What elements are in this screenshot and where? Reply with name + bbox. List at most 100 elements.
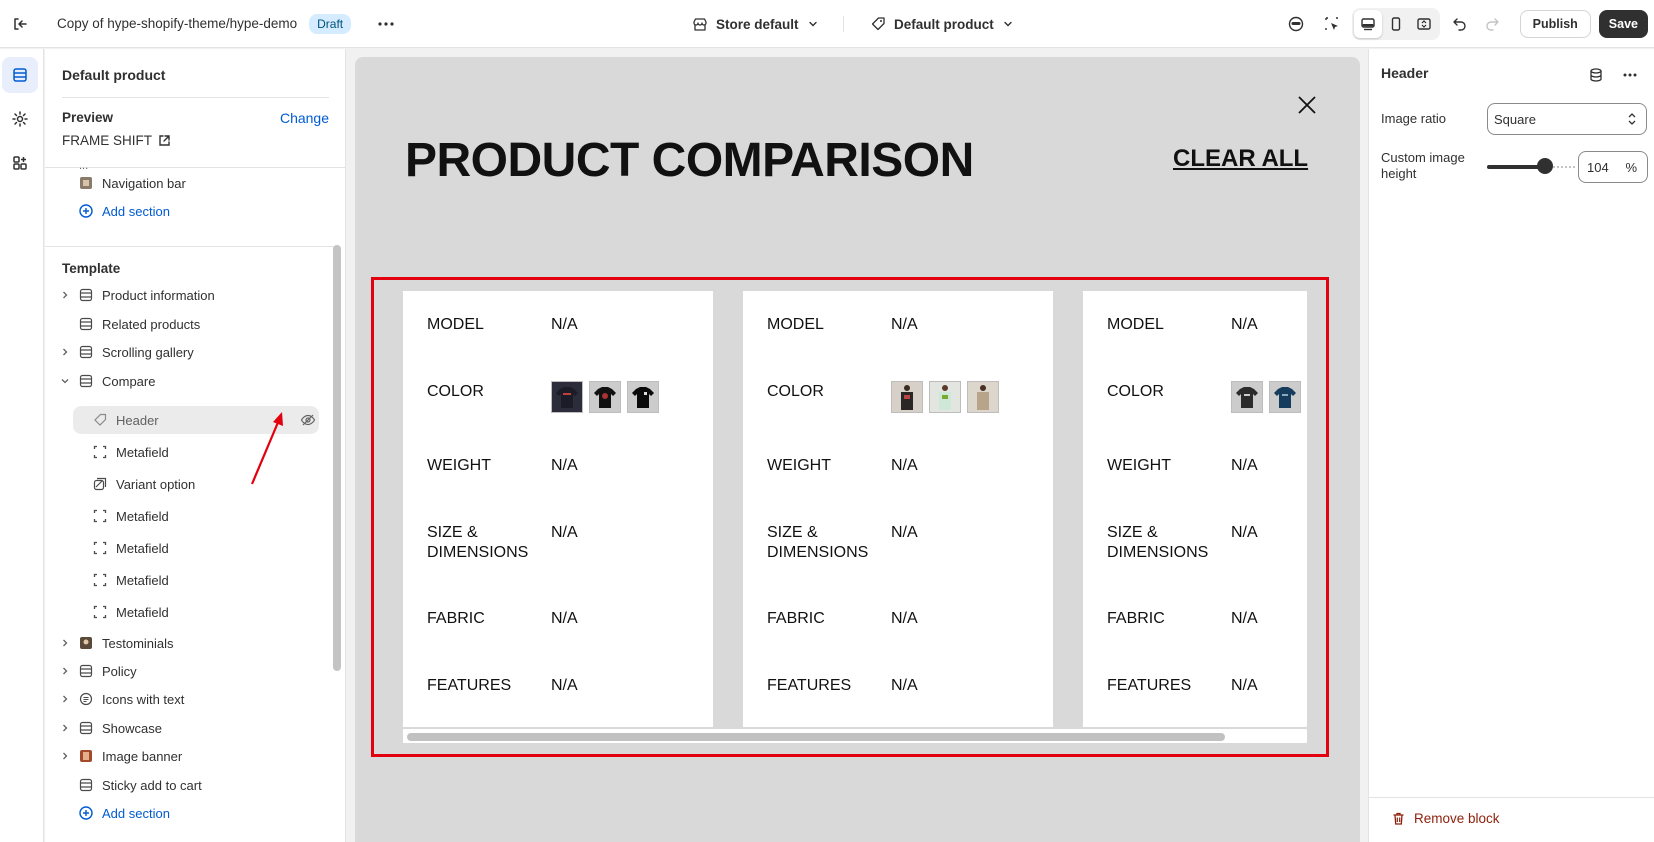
custom-height-input[interactable]: 104 %	[1578, 151, 1648, 183]
spec-value: N/A	[551, 610, 578, 627]
sidebar-item-compare[interactable]: Compare	[57, 367, 155, 395]
save-button[interactable]: Save	[1598, 10, 1648, 38]
preview-product[interactable]: FRAME SHIFT	[62, 133, 171, 148]
store-dropdown[interactable]: Store default	[692, 0, 819, 48]
add-section-button-header[interactable]: Add section	[78, 197, 170, 225]
spec-value: N/A	[1231, 610, 1258, 627]
spec-key: MODEL	[1107, 316, 1164, 333]
color-swatch[interactable]	[929, 381, 961, 413]
trash-icon	[1393, 812, 1404, 825]
divider	[62, 97, 329, 98]
sidebar-item-label: Scrolling gallery	[102, 344, 194, 360]
annotation-arrow-icon	[250, 412, 283, 485]
divider	[843, 16, 844, 32]
color-swatch[interactable]	[551, 381, 583, 413]
ai-assistant-button[interactable]	[1282, 10, 1310, 38]
rail-sections-button[interactable]	[2, 57, 38, 93]
block-item-variant-option[interactable]: Variant option	[92, 470, 195, 498]
close-icon[interactable]	[1295, 93, 1319, 117]
chevron-right-icon[interactable]	[57, 635, 73, 651]
chevron-right-icon[interactable]	[57, 720, 73, 736]
sidebar-scrollbar[interactable]	[333, 245, 341, 671]
block-item-metafield[interactable]: Metafield	[92, 502, 169, 530]
more-options-button[interactable]	[1616, 61, 1644, 89]
rail-settings-button[interactable]	[2, 101, 38, 137]
clear-all-link[interactable]: CLEAR ALL	[1173, 145, 1308, 173]
block-item-metafield[interactable]: Metafield	[92, 566, 169, 594]
template-dropdown[interactable]: Default product	[870, 0, 1014, 48]
block-item-metafield[interactable]: Metafield	[92, 534, 169, 562]
sidebar-item-showcase[interactable]: Showcase	[57, 714, 162, 742]
spec-key: SIZE & DIMENSIONS	[767, 524, 869, 561]
sidebar-item-policy[interactable]: Policy	[57, 657, 137, 685]
spec-value: N/A	[1231, 524, 1258, 541]
slider-thumb[interactable]	[1537, 158, 1553, 174]
rail-apps-button[interactable]	[2, 145, 38, 181]
exit-button[interactable]	[0, 0, 40, 48]
remove-block-label: Remove block	[1414, 811, 1500, 826]
chevron-right-icon[interactable]	[57, 287, 73, 303]
sidebar-item-navigation-bar[interactable]: Navigation bar	[78, 169, 186, 197]
mobile-view-button[interactable]	[1382, 10, 1410, 38]
block-item-metafield[interactable]: Metafield	[92, 438, 169, 466]
sidebar-item-scrolling-gallery[interactable]: Scrolling gallery	[57, 338, 194, 366]
sidebar-item-label: Compare	[102, 373, 156, 389]
eye-hidden-icon[interactable]	[300, 412, 316, 431]
gear-icon	[12, 111, 28, 127]
sections-sidebar: Default product Preview Change FRAME SHI…	[45, 49, 346, 842]
cards-scrollbar-thumb[interactable]	[407, 733, 1225, 741]
redo-button[interactable]	[1478, 10, 1506, 38]
sidebar-item-sticky-add-to-cart[interactable]: Sticky add to cart	[78, 771, 202, 799]
color-swatch[interactable]	[1231, 381, 1263, 413]
sidebar-item-testominials[interactable]: Testominials	[57, 629, 174, 657]
color-swatch[interactable]	[589, 381, 621, 413]
desktop-view-button[interactable]	[1353, 10, 1382, 38]
color-swatch[interactable]	[967, 381, 999, 413]
plus-circle-icon	[78, 203, 94, 219]
preview-canvas: PRODUCT COMPARISON CLEAR ALL MODEL N/A CO…	[347, 49, 1368, 842]
ellipsis-icon	[1623, 73, 1637, 77]
chevron-right-icon[interactable]	[57, 691, 73, 707]
remove-block-button[interactable]: Remove block	[1391, 811, 1500, 826]
add-section-button-template[interactable]: Add section	[78, 799, 170, 827]
color-swatch[interactable]	[891, 381, 923, 413]
sidebar-item-related-products[interactable]: Related products	[78, 310, 200, 338]
chevron-right-icon[interactable]	[57, 663, 73, 679]
metafield-icon	[92, 444, 108, 460]
top-bar: Copy of hype-shopify-theme/hype-demo Dra…	[0, 0, 1654, 48]
color-swatch[interactable]	[627, 381, 659, 413]
custom-height-value: 104	[1587, 159, 1609, 175]
image-ratio-select[interactable]: Square	[1487, 103, 1647, 135]
sidebar-item-product-information[interactable]: Product information	[57, 281, 215, 309]
color-swatch[interactable]	[1269, 381, 1301, 413]
spec-key: FEATURES	[1107, 677, 1192, 694]
database-button[interactable]	[1582, 61, 1610, 89]
spec-value: N/A	[551, 316, 578, 333]
block-item-metafield[interactable]: Metafield	[92, 598, 169, 626]
change-preview-link[interactable]: Change	[280, 110, 329, 126]
spec-key: FABRIC	[427, 610, 485, 627]
chevron-down-icon[interactable]	[57, 373, 73, 389]
spec-key: WEIGHT	[427, 457, 491, 474]
preview-label: Preview	[62, 110, 114, 125]
undo-button[interactable]	[1446, 10, 1474, 38]
spec-value: N/A	[551, 457, 578, 474]
image-ratio-label: Image ratio	[1381, 111, 1447, 126]
cursor-select-icon	[1324, 17, 1338, 30]
fullwidth-view-button[interactable]	[1410, 10, 1438, 38]
app-block-icon	[78, 635, 94, 651]
section-icon	[78, 344, 94, 360]
inspector-button[interactable]	[1318, 10, 1346, 38]
sidebar-item-icons-with-text[interactable]: Icons with text	[57, 685, 184, 713]
chevron-right-icon[interactable]	[57, 748, 73, 764]
store-icon	[693, 18, 707, 31]
expand-icon	[1416, 18, 1431, 30]
more-actions-button[interactable]	[373, 11, 399, 37]
chevron-right-icon[interactable]	[57, 344, 73, 360]
sidebar-item-image-banner[interactable]: Image banner	[57, 742, 182, 770]
spec-key: COLOR	[427, 383, 484, 400]
comparison-card: MODEL N/A COLOR WEIGHT N/A SIZE & DIMENSIO…	[403, 291, 713, 727]
section-icon	[78, 373, 94, 389]
spec-key: MODEL	[767, 316, 824, 333]
publish-button[interactable]: Publish	[1519, 10, 1591, 38]
